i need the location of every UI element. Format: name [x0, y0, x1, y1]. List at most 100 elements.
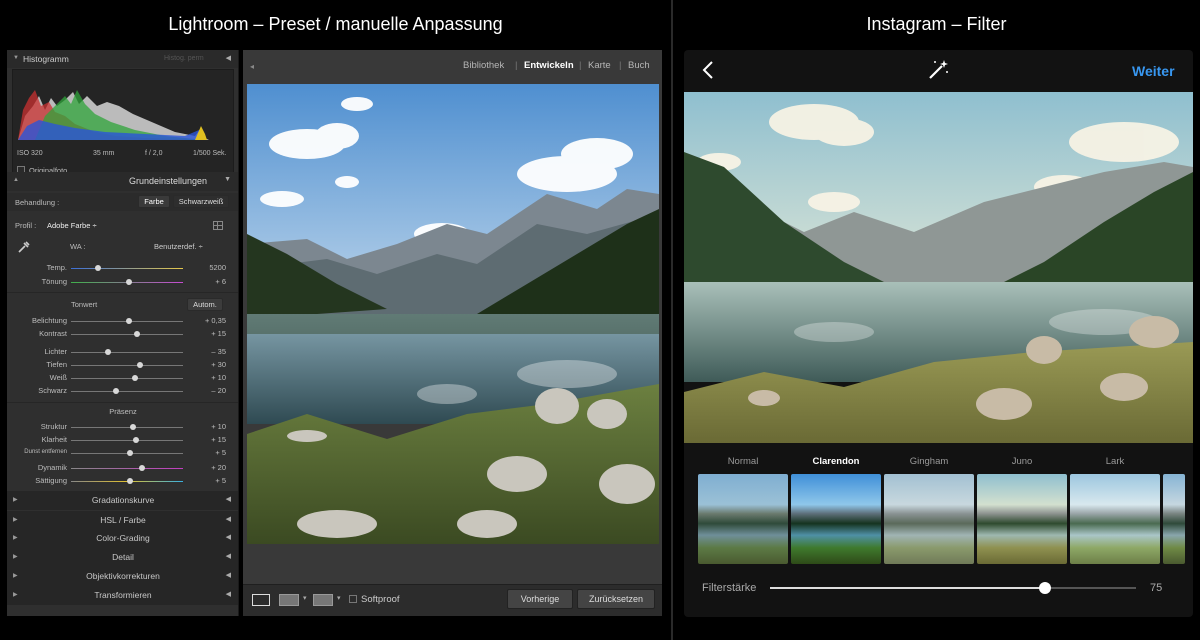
magic-wand-icon[interactable]	[926, 58, 950, 82]
exif-aperture: f / 2,0	[145, 150, 163, 157]
filter-strength-value: 75	[1150, 582, 1163, 594]
slider-texture[interactable]: Struktur + 10	[7, 421, 238, 433]
histogram-mode-label: Histog. perm	[164, 55, 204, 62]
slider-blacks[interactable]: Schwarz – 20	[7, 385, 238, 397]
divider	[671, 0, 673, 640]
filter-thumb-normal[interactable]	[698, 474, 788, 564]
filter-thumb-juno[interactable]	[977, 474, 1067, 564]
slider-temp[interactable]: Temp. 5200	[7, 262, 238, 274]
slider-dehaze[interactable]: Dunst entfernen + 5	[7, 447, 238, 459]
panel-hsl[interactable]: ▶ HSL / Farbe ◀	[7, 511, 238, 530]
tone-section-label: Tonwert	[71, 300, 98, 309]
slider-thumb[interactable]	[131, 375, 138, 381]
filter-label-juno[interactable]: Juno	[977, 456, 1067, 467]
module-tabs: Bibliothek | Entwickeln | Karte | Buch	[463, 60, 650, 71]
panel-transform[interactable]: ▶ Transformieren ◀	[7, 586, 238, 605]
filter-label-normal[interactable]: Normal	[698, 456, 788, 467]
reset-button[interactable]: Zurücksetzen	[577, 589, 655, 609]
profile-row: Profil : Adobe Farbe ÷	[7, 216, 238, 234]
lightroom-title: Lightroom – Preset / manuelle Anpassung	[168, 14, 503, 34]
section-divider	[7, 402, 238, 403]
tab-book[interactable]: Buch	[628, 60, 650, 71]
panel-lens-corrections[interactable]: ▶ Objektivkorrekturen ◀	[7, 567, 238, 586]
panel-tone-curve[interactable]: ▶ Gradationskurve ◀	[7, 491, 238, 510]
lightroom-photo[interactable]	[247, 84, 659, 544]
treatment-label: Behandlung :	[15, 198, 60, 207]
previous-button[interactable]: Vorherige	[507, 589, 573, 609]
slider-thumb[interactable]	[132, 437, 139, 443]
treatment-bw-button[interactable]: Schwarzweiß	[173, 195, 229, 208]
panel-menu-icon: ◀	[225, 516, 231, 523]
filter-strength-fill	[770, 587, 1045, 589]
lightroom-toolbar: ▾ ▾ Softproof Vorherige Zurücksetzen	[243, 584, 662, 616]
chevron-down-icon[interactable]: ▾	[303, 594, 307, 602]
profile-dropdown[interactable]: Adobe Farbe ÷	[47, 221, 97, 230]
slider-thumb[interactable]	[112, 388, 119, 394]
filter-thumb-gingham[interactable]	[884, 474, 974, 564]
auto-tone-button[interactable]: Autom.	[187, 298, 223, 311]
slider-thumb[interactable]	[126, 279, 133, 285]
slider-thumb[interactable]	[129, 424, 136, 430]
panel-menu-icon: ◀	[225, 534, 231, 541]
treatment-color-button[interactable]: Farbe	[138, 195, 170, 208]
loupe-view-icon[interactable]	[252, 594, 270, 606]
tab-library[interactable]: Bibliothek	[463, 60, 504, 71]
panel-menu-icon[interactable]: ◀	[226, 54, 231, 62]
slider-thumb[interactable]	[126, 318, 133, 324]
tab-develop[interactable]: Entwickeln	[524, 60, 574, 71]
panel-menu-icon: ◀	[225, 591, 231, 598]
section-divider	[7, 292, 238, 293]
panel-detail[interactable]: ▶ Detail ◀	[7, 548, 238, 567]
chevron-down-icon[interactable]: ▾	[337, 594, 341, 602]
instagram-photo[interactable]	[684, 92, 1193, 443]
basic-panel-header[interactable]: ▲ Grundeinstellungen ▼	[7, 172, 238, 191]
slider-tint[interactable]: Tönung + 6	[7, 276, 238, 288]
slider-exposure[interactable]: Belichtung + 0,35	[7, 315, 238, 327]
instagram-title: Instagram – Filter	[866, 14, 1007, 34]
next-button[interactable]: Weiter	[1132, 63, 1175, 79]
profile-label: Profil :	[15, 221, 37, 230]
slider-thumb[interactable]	[127, 450, 134, 456]
slider-thumb[interactable]	[137, 362, 144, 368]
slider-shadows[interactable]: Tiefen + 30	[7, 359, 238, 371]
filter-thumb-clarendon[interactable]	[791, 474, 881, 564]
basic-panel-title: Grundeinstellungen	[129, 176, 208, 186]
slider-highlights[interactable]: Lichter – 35	[7, 346, 238, 358]
histogram-header[interactable]: ▼ Histogramm Histog. perm ◀	[7, 50, 238, 68]
filter-thumb-next[interactable]	[1163, 474, 1185, 564]
slider-thumb[interactable]	[134, 331, 141, 337]
panel-color-grading[interactable]: ▶ Color-Grading ◀	[7, 529, 238, 548]
slider-thumb[interactable]	[104, 349, 111, 355]
filter-strength-track[interactable]	[770, 582, 1136, 594]
lightroom-develop-panel: ▼ Histogramm Histog. perm ◀ ISO 320 35 m…	[7, 50, 239, 616]
slider-vibrance[interactable]: Dynamik + 20	[7, 462, 238, 474]
slider-whites[interactable]: Weiß + 10	[7, 372, 238, 384]
slider-contrast[interactable]: Kontrast + 15	[7, 328, 238, 340]
slider-thumb[interactable]	[127, 478, 134, 484]
filter-label-gingham[interactable]: Gingham	[884, 456, 974, 467]
histogram-box: ISO 320 35 mm f / 2,0 1/500 Sek. Origina…	[12, 69, 234, 181]
filter-label-lark[interactable]: Lark	[1070, 456, 1160, 467]
slider-clarity[interactable]: Klarheit + 15	[7, 434, 238, 446]
softproof-checkbox[interactable]	[349, 595, 357, 603]
histogram-graph	[18, 90, 209, 140]
filter-thumb-lark[interactable]	[1070, 474, 1160, 564]
tab-map[interactable]: Karte	[588, 60, 611, 71]
slider-thumb[interactable]	[138, 465, 145, 471]
profile-browser-icon[interactable]	[213, 221, 223, 230]
slider-thumb[interactable]	[94, 265, 101, 271]
back-chevron-icon[interactable]	[700, 60, 716, 80]
softproof-label: Softproof	[361, 594, 400, 605]
before-after-icon[interactable]	[279, 594, 299, 606]
panel-menu-icon: ◀	[225, 572, 231, 579]
filter-strength-thumb[interactable]	[1038, 582, 1051, 594]
wb-dropdown[interactable]: Benutzerdef. ÷	[154, 242, 203, 251]
collapse-triangle-icon: ▼	[13, 55, 19, 61]
grid-view-icon[interactable]	[313, 594, 333, 606]
eyedropper-icon[interactable]	[17, 240, 31, 254]
chevron-down-icon: ▼	[224, 176, 231, 183]
slider-saturation[interactable]: Sättigung + 5	[7, 475, 238, 487]
treatment-row: Behandlung : Farbe Schwarzweiß	[7, 193, 238, 211]
histogram-title: Histogramm	[23, 54, 69, 64]
filter-label-clarendon[interactable]: Clarendon	[791, 456, 881, 467]
